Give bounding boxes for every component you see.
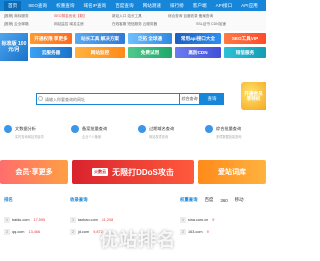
nav-item-client[interactable]: 客户端 <box>193 3 207 9</box>
domain-icon <box>138 125 146 133</box>
announcement-link[interactable]: 新站入口 站长工具 <box>112 14 142 19</box>
top-nav: 首页 SEO查询 权重查询 域名IP查询 百度查询 网站测速 排行榜 客户端 A… <box>0 0 266 11</box>
tab-group-left: 排名 <box>4 194 20 206</box>
tool-description: 实时查询网站关键词 <box>15 135 44 139</box>
tool-label: 备案批量查询 <box>82 126 108 131</box>
rank-number: 1 <box>180 217 186 223</box>
announcement-link[interactable]: [推荐] 商标服务 <box>4 14 29 19</box>
tool-description: 企业个人备案 <box>82 135 102 139</box>
ad-title: 无限打DDoS攻击 <box>112 167 174 177</box>
banner-ad[interactable]: 泛拓 全球通 <box>128 33 172 44</box>
tool-label: 综合批量查询 <box>216 126 242 131</box>
list-item[interactable]: 1 baidu.com 17,595 <box>4 214 45 226</box>
chart-icon <box>4 125 12 133</box>
batch-icon <box>205 125 213 133</box>
ad-banner-ddos[interactable]: 火数云 无限打DDoS攻击 <box>72 160 194 184</box>
vip-side-promo[interactable]: 开通会员 享特权 <box>241 82 266 110</box>
announcement-link[interactable]: 网站监控 域名注册 <box>54 22 84 27</box>
rank-value: 9 <box>206 230 209 234</box>
search-button[interactable]: 查询 <box>200 93 224 105</box>
rank-number: 2 <box>180 229 186 235</box>
banner-strip: 开通权限 享更多 站长工具 解决方案 泛拓 全球通 常用api接口大全 SEO工… <box>0 33 266 63</box>
tool-description: 多项数据批量查询 <box>216 135 242 139</box>
list-item[interactable]: 2 qq.com 13,466 <box>4 226 45 238</box>
announcement-link[interactable]: [推荐] 企业邮箱 <box>4 22 29 27</box>
site-name: baidu.com <box>12 218 30 222</box>
ranking-list-right: 1 sina.com.cn 9 2 163.com 9 <box>180 214 214 238</box>
tool-item[interactable]: 过期域名查询 <box>138 125 174 133</box>
banner-ad[interactable]: 短信服务 <box>224 47 266 58</box>
tool-item[interactable]: 备案批量查询 <box>71 125 107 133</box>
tool-item[interactable]: 文数据分析 <box>4 125 36 133</box>
rank-number: 1 <box>4 217 10 223</box>
nav-item-domain-ip[interactable]: 域名IP查询 <box>83 3 106 9</box>
tool-description: 网站权重查询 <box>149 135 169 139</box>
nav-item-api-app[interactable]: API应用 <box>241 3 258 9</box>
ad-title: 会员·享更多 <box>15 169 53 176</box>
tab-360[interactable]: 360 <box>220 198 227 203</box>
tab-group-mid: 收录查询 <box>70 194 95 206</box>
ad-banner-vip[interactable]: 会员·享更多 <box>0 160 68 184</box>
nav-item-speed[interactable]: 网站测速 <box>143 3 161 9</box>
ranking-tabs: 排名 收录查询 权重查询 百度 360 移动 <box>0 194 266 206</box>
search-bar: 综合查询 查询 <box>36 93 224 105</box>
nav-item-baidu[interactable]: 百度查询 <box>115 3 133 9</box>
banner-ad[interactable]: 云服务器 <box>30 47 72 58</box>
watermark: 优站排名 <box>100 230 176 250</box>
banner-ad[interactable]: 免费试用 <box>128 47 172 58</box>
nav-item-seo[interactable]: SEO查询 <box>28 3 47 9</box>
tab-weight[interactable]: 权重查询 <box>180 197 198 203</box>
rank-value: 9 <box>212 218 215 222</box>
tab-rank[interactable]: 排名 <box>4 197 13 203</box>
nav-item-api[interactable]: API接口 <box>216 3 233 9</box>
nav-item-weight[interactable]: 权重查询 <box>56 3 74 9</box>
list-item[interactable]: 1 taobao.com 11,208 <box>70 214 113 226</box>
announcement-link[interactable]: 综合查询 百度收录 备案查询 <box>168 14 213 19</box>
rank-number: 1 <box>70 217 76 223</box>
search-type-select[interactable]: 综合查询 <box>180 93 200 105</box>
site-name: jd.com <box>78 230 90 234</box>
banner-ad[interactable]: SEO工具VIP <box>224 33 266 44</box>
tool-label: 文数据分析 <box>15 126 36 131</box>
record-icon <box>71 125 79 133</box>
banner-ad[interactable]: 网站监控 <box>75 47 125 58</box>
banner-ad[interactable]: 开通权限 享更多 <box>30 33 72 44</box>
banner-ad[interactable]: 常用api接口大全 <box>175 33 221 44</box>
site-name: 163.com <box>188 230 203 234</box>
rank-number: 2 <box>4 229 10 235</box>
announcement-link[interactable]: 在线客服 短信服务 云服务器 <box>112 22 157 27</box>
ad-banner-words[interactable]: 爱站词库 <box>198 160 266 184</box>
ad-strip: 会员·享更多 火数云 无限打DDoS攻击 爱站词库 <box>0 160 266 184</box>
tool-grid: 文数据分析 备案批量查询 过期域名查询 综合批量查询 实时查询网站关键词 企业个… <box>0 125 266 155</box>
banner-ad[interactable]: 站长工具 解决方案 <box>75 33 125 44</box>
tab-mobile[interactable]: 移动 <box>235 197 244 203</box>
site-name: taobao.com <box>78 218 98 222</box>
announcement-bar: [推荐] 商标服务 SEO排名优化【新】 新站入口 站长工具 综合查询 百度收录… <box>0 11 266 31</box>
search-icon <box>38 96 43 101</box>
rank-value: 11,208 <box>101 218 114 222</box>
tab-baidu[interactable]: 百度 <box>205 197 214 203</box>
promo-line: 享特权 <box>246 96 261 101</box>
site-name: qq.com <box>12 230 25 234</box>
list-item[interactable]: 1 sina.com.cn 9 <box>180 214 214 226</box>
ranking-list-left: 1 baidu.com 17,595 2 qq.com 13,466 <box>4 214 45 238</box>
nav-item-home[interactable]: 首页 <box>4 0 22 11</box>
ad-title: 爱站词库 <box>218 169 246 176</box>
list-item[interactable]: 2 163.com 9 <box>180 226 214 238</box>
nav-item-rank[interactable]: 排行榜 <box>170 3 184 9</box>
announcement-link[interactable]: SEO排名优化【新】 <box>54 14 87 19</box>
search-input[interactable] <box>36 93 180 105</box>
ad-brand: 火数云 <box>92 168 109 176</box>
tool-label: 过期域名查询 <box>149 126 175 131</box>
tool-item[interactable]: 综合批量查询 <box>205 125 241 133</box>
rank-value: 17,595 <box>33 218 46 222</box>
site-name: sina.com.cn <box>188 218 209 222</box>
announcement-link[interactable]: SSL证书 CDN加速 <box>196 22 226 27</box>
rank-value: 13,466 <box>28 230 41 234</box>
tab-group-right: 权重查询 百度 360 移动 <box>180 194 251 206</box>
rank-number: 2 <box>70 229 76 235</box>
tab-index[interactable]: 收录查询 <box>70 197 88 203</box>
banner-ad[interactable]: 高防CDN <box>175 47 221 58</box>
